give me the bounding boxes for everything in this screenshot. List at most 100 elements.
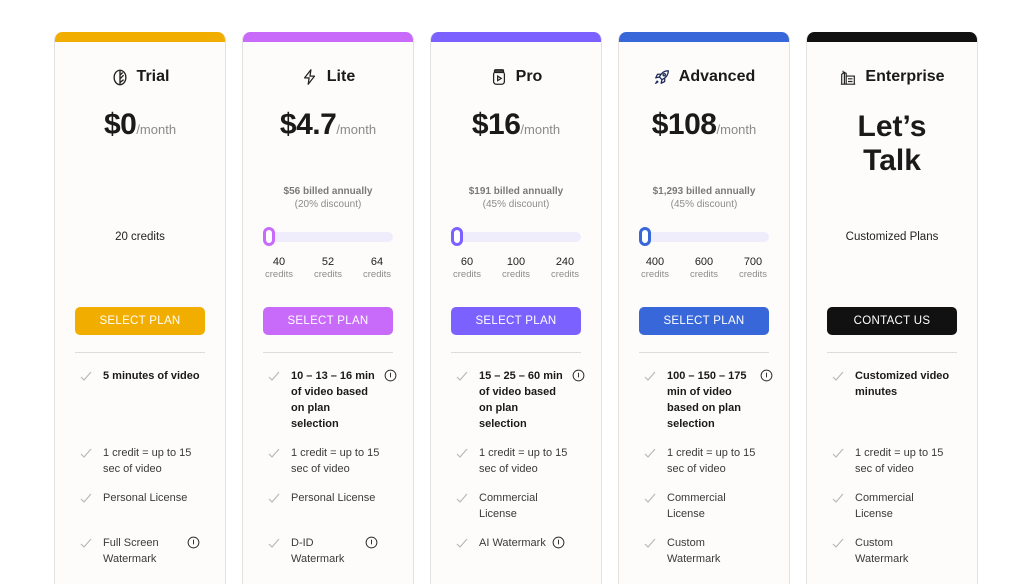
check-icon <box>644 448 656 458</box>
building-icon <box>841 70 856 85</box>
credits-slider[interactable] <box>263 227 393 246</box>
credit-option[interactable]: 40 credits <box>255 256 303 281</box>
credits-text: 20 credits <box>115 231 165 243</box>
plan-header: Trial <box>55 68 225 86</box>
credit-option[interactable]: 400 credits <box>631 256 679 281</box>
credit-unit: credits <box>363 269 391 280</box>
credit-option[interactable]: 600 credits <box>680 256 728 281</box>
select-plan-button[interactable]: SELECT PLAN <box>263 307 393 335</box>
feature-item: 1 credit = up to 15 sec of video <box>79 445 209 477</box>
check-icon <box>644 538 656 548</box>
plan-name: Enterprise <box>865 68 945 85</box>
slider-thumb[interactable] <box>639 227 651 246</box>
credit-options: 60 credits 100 credits 240 credits <box>443 256 589 281</box>
feature-text: 1 credit = up to 15 sec of video <box>291 447 380 475</box>
info-icon[interactable] <box>365 536 378 549</box>
plan-accent-bar <box>619 32 789 42</box>
credit-unit: credits <box>739 269 767 280</box>
credit-option[interactable]: 100 credits <box>492 256 540 281</box>
credit-options: 40 credits 52 credits 64 credits <box>255 256 401 281</box>
price-period: /month <box>336 122 377 137</box>
price: $4.7/month <box>243 108 413 142</box>
credit-unit: credits <box>502 269 530 280</box>
feature-item: Customized video minutes <box>831 368 961 400</box>
check-icon <box>456 371 468 381</box>
feature-item: 1 credit = up to 15 sec of video <box>455 445 585 477</box>
billed-annually: $56 billed annually <box>283 186 373 197</box>
feature-text: Personal License <box>291 492 376 504</box>
divider <box>639 352 769 353</box>
credit-option[interactable]: 52 credits <box>304 256 352 281</box>
feature-text: 10 – 13 – 16 min of video based on plan … <box>291 370 375 430</box>
check-icon <box>456 493 468 503</box>
credit-value: 40 <box>272 256 286 268</box>
divider <box>827 352 957 353</box>
credit-value: 600 <box>694 256 714 268</box>
plan-header: Lite <box>243 68 413 86</box>
select-plan-button[interactable]: SELECT PLAN <box>75 307 205 335</box>
check-icon <box>80 448 92 458</box>
check-icon <box>832 538 844 548</box>
check-icon <box>456 538 468 548</box>
feature-item: 1 credit = up to 15 sec of video <box>267 445 397 477</box>
feature-text: Personal License <box>103 492 188 504</box>
credits-slider[interactable] <box>451 227 581 246</box>
check-icon <box>80 371 92 381</box>
price-amount: $0 <box>103 108 137 141</box>
discount: (45% discount) <box>482 199 550 210</box>
credit-options: 400 credits 600 credits 700 credits <box>631 256 777 281</box>
info-icon[interactable] <box>760 369 773 382</box>
feature-text: 1 credit = up to 15 sec of video <box>855 447 944 475</box>
slider-thumb[interactable] <box>263 227 275 246</box>
feature-text: Commercial License <box>667 492 726 520</box>
info-icon[interactable] <box>187 536 200 549</box>
check-icon <box>268 371 280 381</box>
lets-talk-headline: Let’s Talk <box>807 110 977 178</box>
plan-accent-bar <box>807 32 977 42</box>
select-plan-button[interactable]: SELECT PLAN <box>639 307 769 335</box>
credit-unit: credits <box>551 269 579 280</box>
feature-text: 15 – 25 – 60 min of video based on plan … <box>479 370 563 430</box>
lightning-icon <box>303 69 315 85</box>
credit-value: 64 <box>370 256 384 268</box>
credit-value: 240 <box>555 256 575 268</box>
slider-thumb[interactable] <box>451 227 463 246</box>
credit-option[interactable]: 64 credits <box>353 256 401 281</box>
credit-option[interactable]: 700 credits <box>729 256 777 281</box>
video-jar-icon <box>492 69 505 85</box>
price-period: /month <box>520 122 561 137</box>
price: $108/month <box>619 108 789 142</box>
feature-item: Custom Watermark <box>831 535 961 567</box>
credits-slider[interactable] <box>639 227 769 246</box>
select-plan-button[interactable]: SELECT PLAN <box>451 307 581 335</box>
feature-text: 100 – 150 – 175 min of video based on pl… <box>667 370 747 430</box>
feature-text: 5 minutes of video <box>103 370 200 382</box>
credits-text: Customized Plans <box>845 231 939 243</box>
feature-item: Commercial License <box>831 490 961 522</box>
feature-text: Custom Watermark <box>855 537 909 565</box>
plan-header: Pro <box>431 68 601 86</box>
price-amount: $4.7 <box>279 108 337 141</box>
info-icon[interactable] <box>552 536 565 549</box>
feature-text: D-ID Watermark <box>291 537 345 565</box>
plan-header: Advanced <box>619 68 789 86</box>
credit-option[interactable]: 60 credits <box>443 256 491 281</box>
credit-option[interactable]: 240 credits <box>541 256 589 281</box>
feature-item: Commercial License <box>455 490 585 522</box>
info-icon[interactable] <box>384 369 397 382</box>
plan-card-advanced: Advanced $108/month $1,293 billed annual… <box>618 32 790 584</box>
feature-item: Personal License <box>79 490 209 506</box>
credit-unit: credits <box>690 269 718 280</box>
check-icon <box>268 493 280 503</box>
plan-card-pro: Pro $16/month $191 billed annually (45% … <box>430 32 602 584</box>
contact-us-button[interactable]: CONTACT US <box>827 307 957 335</box>
feature-item: 5 minutes of video <box>79 368 209 384</box>
feature-item: 10 – 13 – 16 min of video based on plan … <box>267 368 397 432</box>
credit-value: 52 <box>321 256 335 268</box>
credit-unit: credits <box>641 269 669 280</box>
check-icon <box>268 538 280 548</box>
discount: (20% discount) <box>294 199 362 210</box>
pricing-cards: Trial $0/month 20 credits SELECT PLAN 5 … <box>54 32 980 584</box>
plan-name: Lite <box>326 68 356 85</box>
info-icon[interactable] <box>572 369 585 382</box>
